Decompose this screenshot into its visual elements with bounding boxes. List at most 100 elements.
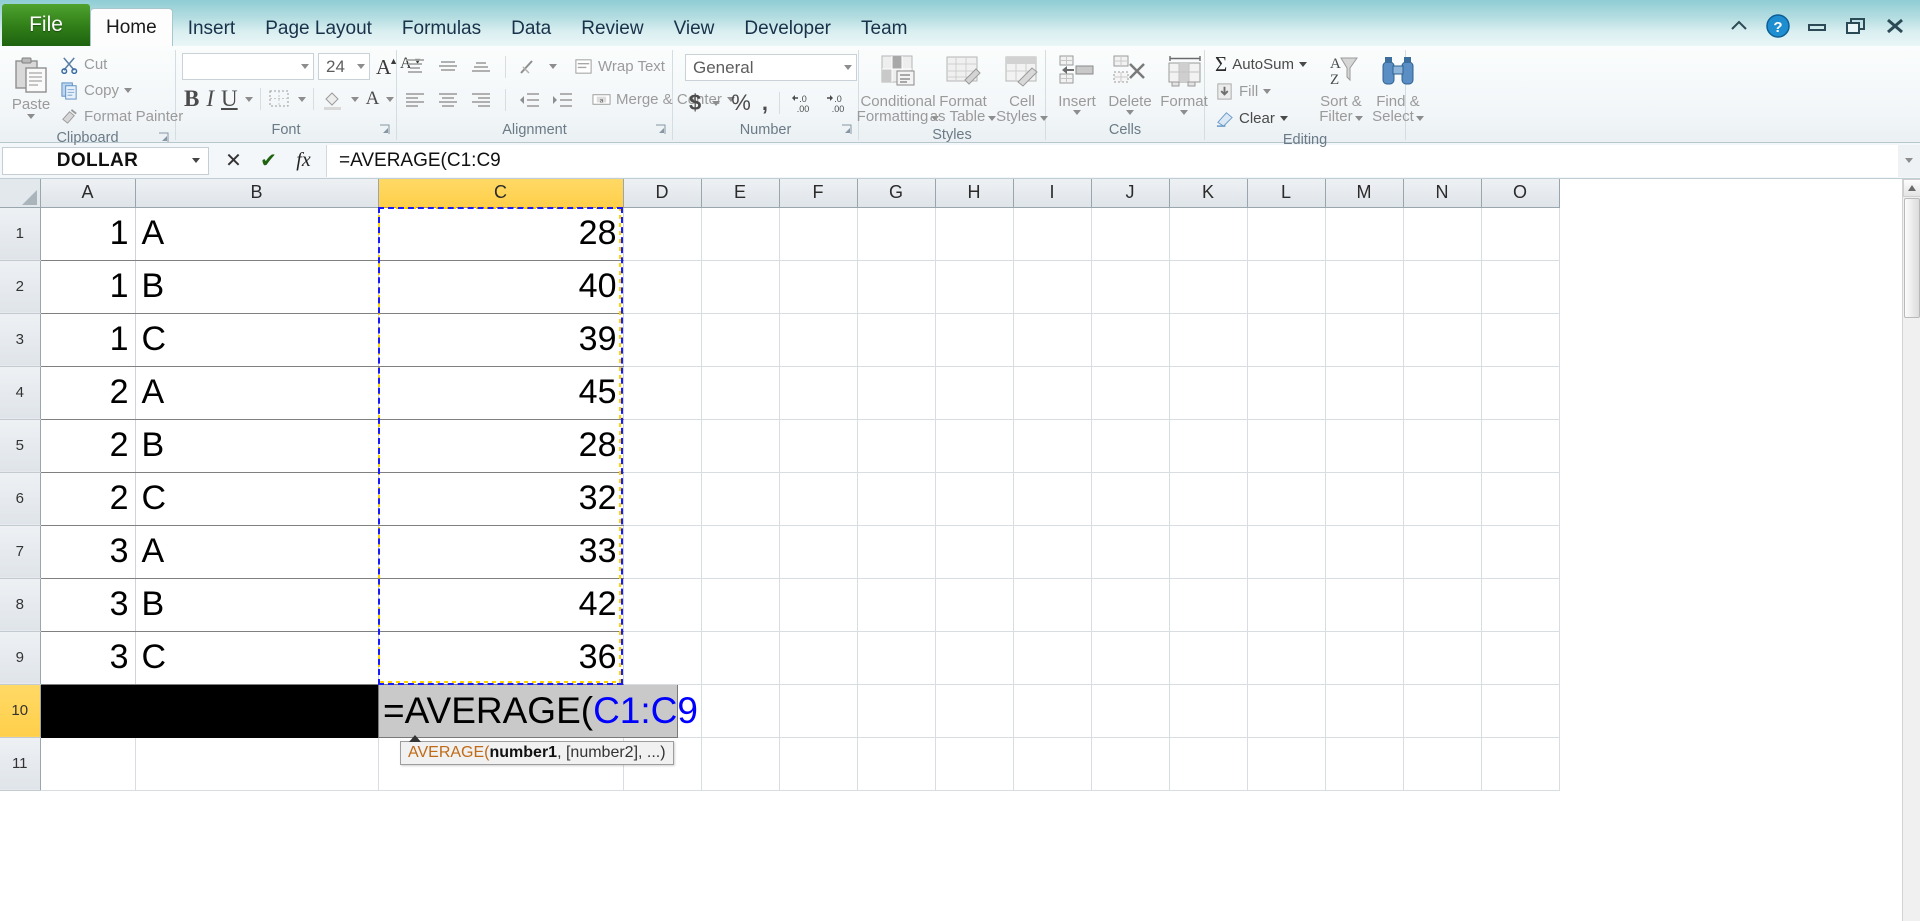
cell-K7[interactable] xyxy=(1169,525,1248,579)
cell-B5[interactable]: B xyxy=(134,419,379,473)
align-bottom-icon[interactable] xyxy=(469,57,493,77)
cell-K2[interactable] xyxy=(1169,260,1248,314)
conditional-formatting-button[interactable]: Conditional Formatting xyxy=(857,50,940,126)
column-header-C[interactable]: C xyxy=(378,179,624,208)
cell-E7[interactable] xyxy=(701,525,780,579)
clear-caret-icon[interactable] xyxy=(1279,116,1288,121)
cell-N6[interactable] xyxy=(1403,472,1482,526)
cell-F10[interactable] xyxy=(779,684,858,738)
column-header-F[interactable]: F xyxy=(779,179,858,208)
cell-H9[interactable] xyxy=(935,631,1014,685)
scroll-up-button[interactable] xyxy=(1903,179,1920,197)
column-header-J[interactable]: J xyxy=(1091,179,1170,208)
number-format-combo[interactable]: General xyxy=(685,54,857,81)
cell-J6[interactable] xyxy=(1091,472,1170,526)
name-box-caret-icon[interactable] xyxy=(192,158,200,163)
expand-formula-bar-button[interactable] xyxy=(1898,144,1920,177)
cell-L5[interactable] xyxy=(1247,419,1326,473)
percent-format-button[interactable]: % xyxy=(731,90,751,116)
currency-format-button[interactable]: $ xyxy=(689,90,701,116)
fill-button[interactable]: Fill xyxy=(1211,79,1311,104)
cell-L3[interactable] xyxy=(1247,313,1326,367)
cell-E11[interactable] xyxy=(701,737,780,791)
cell-A9[interactable]: 3 xyxy=(40,631,136,685)
cell-I4[interactable] xyxy=(1013,366,1092,420)
cell-B10[interactable] xyxy=(135,684,379,738)
cell-J9[interactable] xyxy=(1091,631,1170,685)
decrease-indent-icon[interactable] xyxy=(518,90,542,110)
cell-F7[interactable] xyxy=(779,525,858,579)
cell-B8[interactable]: B xyxy=(134,578,379,632)
column-header-L[interactable]: L xyxy=(1247,179,1326,208)
cell-M3[interactable] xyxy=(1325,313,1404,367)
cell-H3[interactable] xyxy=(935,313,1014,367)
italic-button[interactable]: I xyxy=(206,86,214,112)
tab-view[interactable]: View xyxy=(659,12,730,46)
comma-format-button[interactable]: , xyxy=(762,90,768,116)
number-dialog-launcher-icon[interactable] xyxy=(841,124,852,135)
vertical-scrollbar[interactable] xyxy=(1902,179,1920,921)
alignment-dialog-launcher-icon[interactable] xyxy=(655,124,666,135)
cell-L4[interactable] xyxy=(1247,366,1326,420)
wrap-text-button[interactable]: Wrap Text xyxy=(570,54,669,79)
cell-J7[interactable] xyxy=(1091,525,1170,579)
cell-L2[interactable] xyxy=(1247,260,1326,314)
cell-H11[interactable] xyxy=(935,737,1014,791)
cell-H4[interactable] xyxy=(935,366,1014,420)
column-header-O[interactable]: O xyxy=(1481,179,1560,208)
sort-filter-button[interactable]: A Z Sort & Filter xyxy=(1315,50,1367,126)
cell-D5[interactable] xyxy=(623,419,702,473)
cell-I1[interactable] xyxy=(1013,207,1092,261)
cell-M8[interactable] xyxy=(1325,578,1404,632)
cell-E1[interactable] xyxy=(701,207,780,261)
cell-F3[interactable] xyxy=(779,313,858,367)
font-name-combo[interactable] xyxy=(182,53,314,80)
cell-F5[interactable] xyxy=(779,419,858,473)
name-box[interactable]: DOLLAR xyxy=(2,146,209,175)
cell-B6[interactable]: C xyxy=(134,472,379,526)
cell-M5[interactable] xyxy=(1325,419,1404,473)
cell-A10[interactable] xyxy=(40,684,136,738)
decrease-decimal-icon[interactable]: .0.00 xyxy=(826,92,850,114)
row-header-6[interactable]: 6 xyxy=(0,472,41,526)
cell-A5[interactable]: 2 xyxy=(40,419,136,473)
cell-O10[interactable] xyxy=(1481,684,1560,738)
cell-C4[interactable]: 45 xyxy=(378,366,624,420)
cell-G10[interactable] xyxy=(857,684,936,738)
tab-insert[interactable]: Insert xyxy=(173,12,251,46)
cell-G11[interactable] xyxy=(857,737,936,791)
cell-N10[interactable] xyxy=(1403,684,1482,738)
row-header-4[interactable]: 4 xyxy=(0,366,41,420)
cell-H6[interactable] xyxy=(935,472,1014,526)
cell-J1[interactable] xyxy=(1091,207,1170,261)
cell-L7[interactable] xyxy=(1247,525,1326,579)
cell-G7[interactable] xyxy=(857,525,936,579)
cell-F6[interactable] xyxy=(779,472,858,526)
cell-J10[interactable] xyxy=(1091,684,1170,738)
cell-D3[interactable] xyxy=(623,313,702,367)
help-icon[interactable]: ? xyxy=(1765,14,1791,38)
minimize-icon[interactable] xyxy=(1804,14,1830,38)
cell-H8[interactable] xyxy=(935,578,1014,632)
cell-L1[interactable] xyxy=(1247,207,1326,261)
cell-formula-editor[interactable]: =AVERAGE( C1:C9 xyxy=(378,685,698,738)
cell-D4[interactable] xyxy=(623,366,702,420)
cell-M10[interactable] xyxy=(1325,684,1404,738)
cell-J11[interactable] xyxy=(1091,737,1170,791)
cell-G6[interactable] xyxy=(857,472,936,526)
cell-D8[interactable] xyxy=(623,578,702,632)
cell-L6[interactable] xyxy=(1247,472,1326,526)
scrollbar-thumb[interactable] xyxy=(1904,198,1920,318)
cell-N9[interactable] xyxy=(1403,631,1482,685)
cell-O3[interactable] xyxy=(1481,313,1560,367)
row-header-5[interactable]: 5 xyxy=(0,419,41,473)
tab-page-layout[interactable]: Page Layout xyxy=(250,12,387,46)
cell-M7[interactable] xyxy=(1325,525,1404,579)
align-middle-icon[interactable] xyxy=(436,57,460,77)
orientation-icon[interactable] xyxy=(518,57,540,77)
cell-G4[interactable] xyxy=(857,366,936,420)
row-header-3[interactable]: 3 xyxy=(0,313,41,367)
cell-D9[interactable] xyxy=(623,631,702,685)
cut-button[interactable]: Cut xyxy=(56,52,187,77)
cell-N4[interactable] xyxy=(1403,366,1482,420)
